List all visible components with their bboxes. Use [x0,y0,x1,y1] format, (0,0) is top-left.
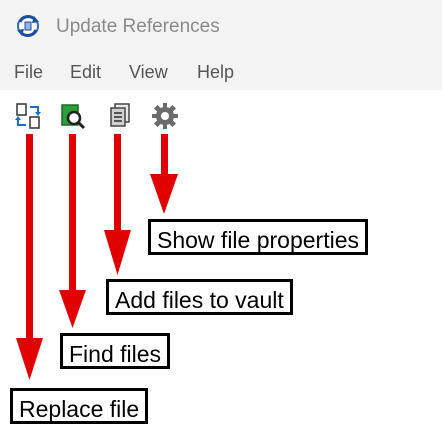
find-files-icon [61,104,86,130]
callout-show-file-properties: Show file properties [148,219,368,255]
menu-file[interactable]: File [14,62,43,83]
title-bar: Update References [0,0,442,54]
show-file-properties-icon [152,103,178,129]
menu-bar: File Edit View Help [0,54,442,90]
replace-file-icon [15,103,41,129]
toolbar-area [0,90,442,435]
add-files-to-vault-icon [110,103,130,127]
menu-edit[interactable]: Edit [70,62,101,83]
window-title: Update References [56,16,220,37]
show-file-properties-button[interactable] [151,102,179,130]
callout-find-files: Find files [60,333,171,369]
add-files-to-vault-button[interactable] [106,102,134,130]
replace-file-button[interactable] [14,102,42,130]
callout-add-files-to-vault: Add files to vault [106,279,293,315]
menu-help[interactable]: Help [197,62,234,83]
callout-replace-file: Replace file [10,388,149,424]
update-references-icon [17,15,39,37]
find-files-button[interactable] [59,102,87,130]
menu-view[interactable]: View [129,62,168,83]
